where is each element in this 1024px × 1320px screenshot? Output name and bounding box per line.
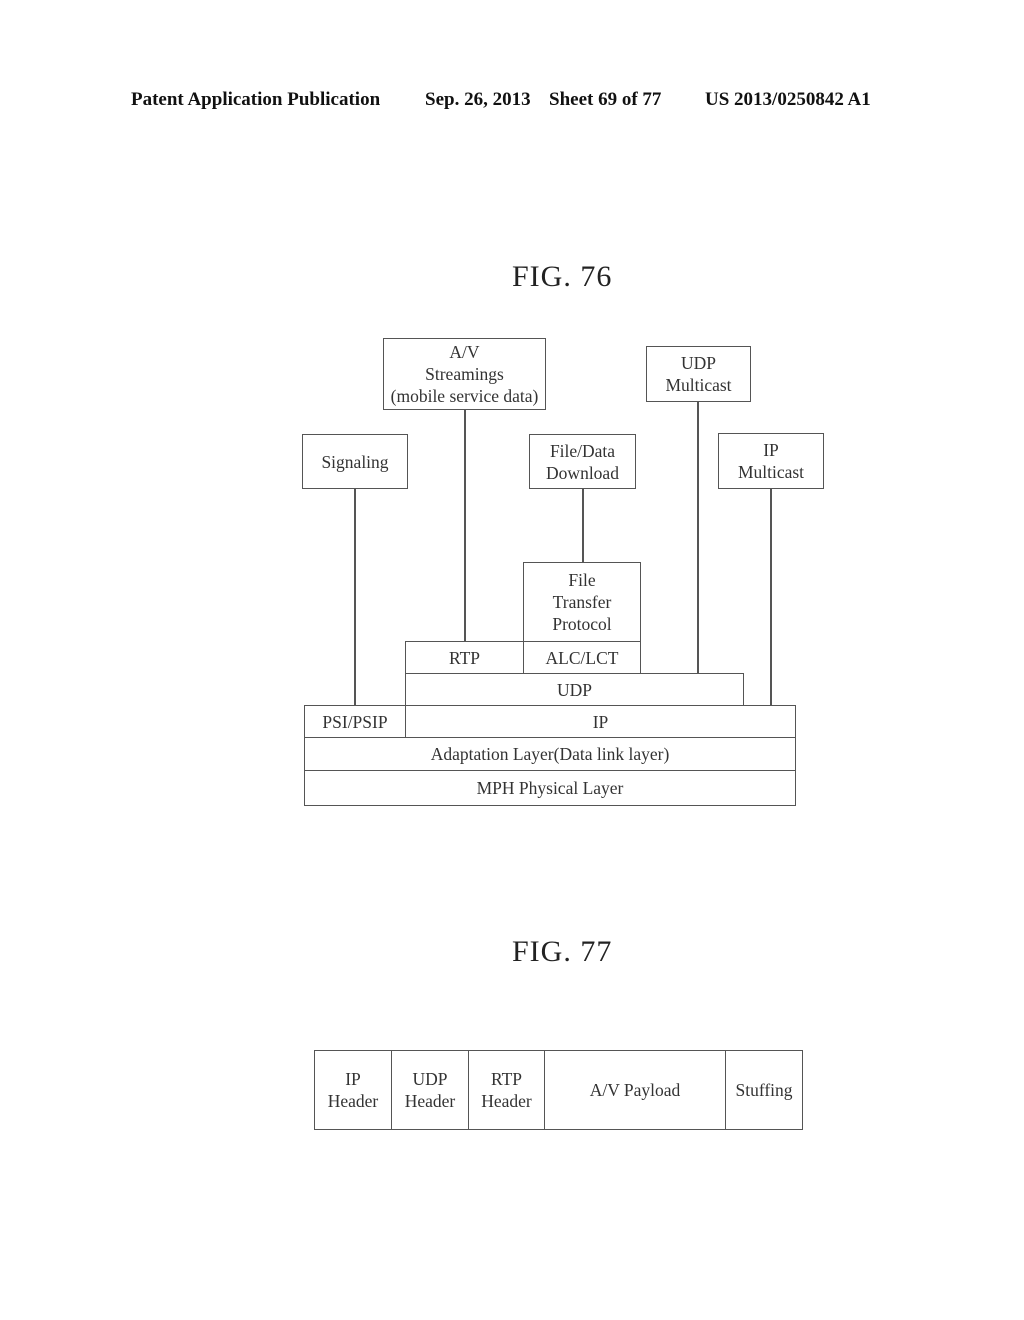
udp-layer: UDP	[405, 673, 744, 706]
signaling-box: Signaling	[302, 434, 408, 489]
ip-header-field: IP Header	[314, 1050, 392, 1130]
patent-number: US 2013/0250842 A1	[705, 89, 871, 110]
fig77-title: FIG. 77	[512, 935, 613, 968]
ip-multicast-connector	[770, 488, 772, 705]
publication-date: Sep. 26, 2013	[425, 89, 531, 110]
udp-multicast-box: UDP Multicast	[646, 346, 751, 402]
adaptation-layer: Adaptation Layer(Data link layer)	[304, 737, 796, 771]
fig76-title: FIG. 76	[512, 260, 613, 293]
udp-multicast-connector	[697, 401, 699, 673]
alc-lct-layer: ALC/LCT	[523, 641, 641, 674]
file-transfer-protocol-layer: File Transfer Protocol	[523, 562, 641, 642]
file-download-connector	[582, 488, 584, 563]
psi-psip-layer: PSI/PSIP	[304, 705, 406, 738]
av-streamings-box: A/V Streamings (mobile service data)	[383, 338, 546, 410]
udp-header-field: UDP Header	[391, 1050, 469, 1130]
ip-layer: IP	[405, 705, 796, 738]
rtp-layer: RTP	[405, 641, 524, 674]
stuffing-field: Stuffing	[725, 1050, 803, 1130]
physical-layer: MPH Physical Layer	[304, 770, 796, 806]
rtp-header-field: RTP Header	[468, 1050, 545, 1130]
sheet-number: Sheet 69 of 77	[549, 89, 662, 110]
av-payload-field: A/V Payload	[544, 1050, 726, 1130]
file-data-download-box: File/Data Download	[529, 434, 636, 489]
ip-multicast-box: IP Multicast	[718, 433, 824, 489]
av-streamings-connector	[464, 409, 466, 642]
publication-label: Patent Application Publication	[131, 89, 381, 110]
signaling-connector	[354, 488, 356, 705]
